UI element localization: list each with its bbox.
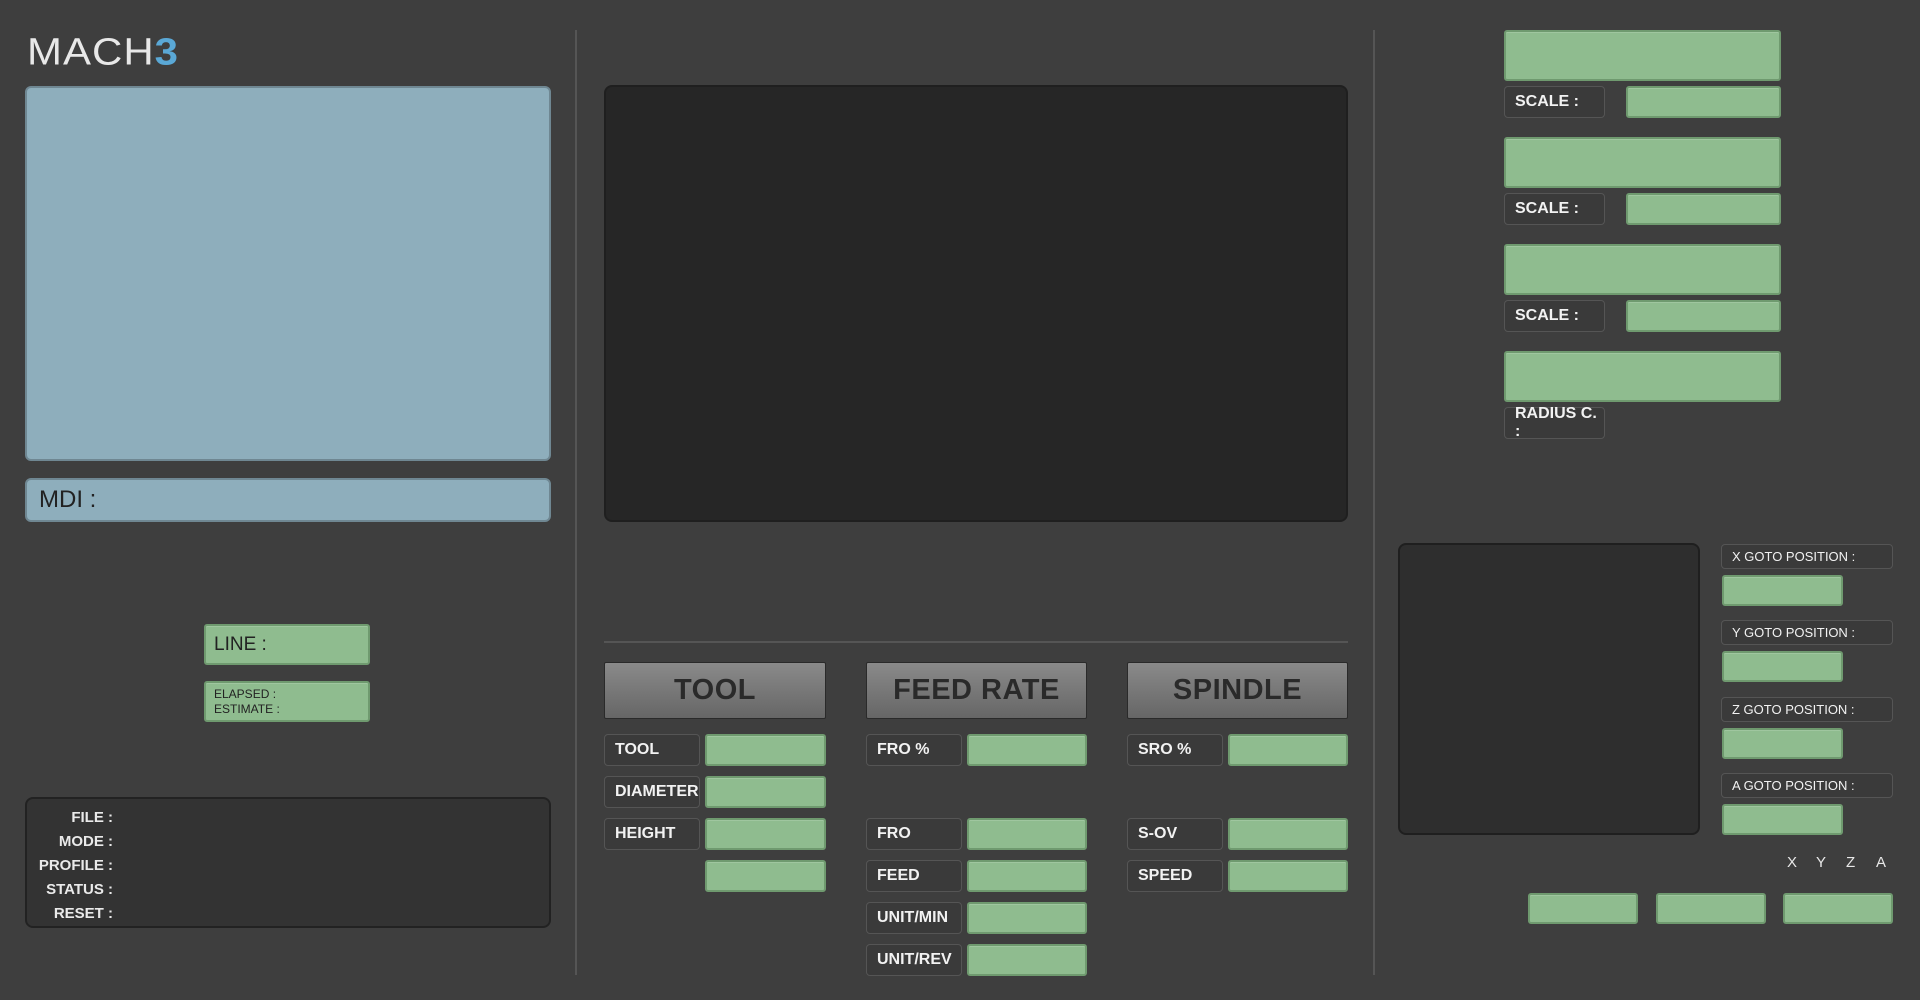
feed-display: [967, 860, 1087, 892]
center-separator: [604, 641, 1348, 643]
logo-accent: 3: [154, 30, 180, 73]
estimate-label: ESTIMATE :: [214, 702, 280, 716]
fro-display: [967, 818, 1087, 850]
unit-min-display: [967, 902, 1087, 934]
radius-label: RADIUS C. :: [1504, 405, 1605, 440]
mode-label: MODE :: [58, 833, 113, 850]
x-goto-input[interactable]: [1722, 575, 1843, 606]
bottom-display-1: [1528, 893, 1638, 924]
axis-x-letter: X: [1787, 854, 1798, 871]
scale-y-display: [1626, 193, 1781, 225]
jog-panel[interactable]: [1398, 543, 1700, 835]
status-label: STATUS :: [46, 881, 113, 898]
height-display: [705, 818, 826, 850]
scale-y-label: SCALE :: [1504, 193, 1605, 225]
axis-a-letter: A: [1876, 854, 1887, 871]
sov-label: S-OV: [1127, 818, 1223, 850]
z-goto-label: Z GOTO POSITION :: [1721, 697, 1893, 722]
right-divider: [1373, 30, 1375, 975]
dro-y-display: [1504, 137, 1781, 188]
feed-rate-button[interactable]: FEED RATE: [866, 662, 1087, 719]
dro-radius-display: [1504, 351, 1781, 402]
profile-label: PROFILE :: [38, 857, 113, 874]
time-display: ELAPSED : ESTIMATE :: [204, 681, 370, 722]
diameter-label: DIAMETER: [604, 776, 700, 808]
tool-number-display: [705, 734, 826, 766]
x-goto-label: X GOTO POSITION :: [1721, 544, 1893, 569]
unit-min-label: UNIT/MIN: [866, 902, 962, 934]
logo-text: MACH: [27, 30, 155, 73]
dro-x-display: [1504, 30, 1781, 81]
axis-z-letter: Z: [1846, 854, 1856, 871]
speed-label: SPEED: [1127, 860, 1223, 892]
tool-label: TOOL: [604, 734, 700, 766]
y-goto-input[interactable]: [1722, 651, 1843, 682]
sov-display: [1228, 818, 1348, 850]
a-goto-input[interactable]: [1722, 804, 1843, 835]
z-goto-input[interactable]: [1722, 728, 1843, 759]
fro-percent-label: FRO %: [866, 734, 962, 766]
mdi-label: MDI :: [39, 486, 97, 513]
bottom-display-2: [1656, 893, 1766, 924]
tool-button[interactable]: TOOL: [604, 662, 826, 719]
scale-z-label: SCALE :: [1504, 300, 1605, 332]
unit-rev-label: UNIT/REV: [866, 944, 962, 976]
tool-extra-display: [705, 860, 826, 892]
fro-label: FRO: [866, 818, 962, 850]
mdi-input[interactable]: MDI :: [25, 478, 551, 522]
line-display: LINE :: [204, 624, 370, 665]
bottom-display-3: [1783, 893, 1893, 924]
sro-percent-display: [1228, 734, 1348, 766]
height-label: HEIGHT: [604, 818, 700, 850]
feed-label: FEED: [866, 860, 962, 892]
speed-display: [1228, 860, 1348, 892]
toolpath-display[interactable]: [604, 85, 1348, 522]
file-label: FILE :: [71, 809, 113, 826]
sro-percent-label: SRO %: [1127, 734, 1223, 766]
diameter-display: [705, 776, 826, 808]
left-divider: [575, 30, 577, 975]
fro-percent-display: [967, 734, 1087, 766]
reset-label: RESET :: [53, 905, 113, 922]
elapsed-label: ELAPSED :: [214, 687, 277, 701]
scale-z-display: [1626, 300, 1781, 332]
a-goto-label: A GOTO POSITION :: [1721, 773, 1893, 798]
line-label: LINE :: [214, 633, 267, 655]
axis-y-letter: Y: [1816, 854, 1827, 871]
mach3-logo: MACH3: [27, 30, 179, 73]
dro-z-display: [1504, 244, 1781, 295]
gcode-display[interactable]: [25, 86, 551, 461]
y-goto-label: Y GOTO POSITION :: [1721, 620, 1893, 645]
scale-x-display: [1626, 86, 1781, 118]
spindle-button[interactable]: SPINDLE: [1127, 662, 1348, 719]
info-panel: FILE : MODE : PROFILE : STATUS : RESET :: [25, 797, 551, 928]
scale-x-label: SCALE :: [1504, 86, 1605, 118]
unit-rev-display: [967, 944, 1087, 976]
